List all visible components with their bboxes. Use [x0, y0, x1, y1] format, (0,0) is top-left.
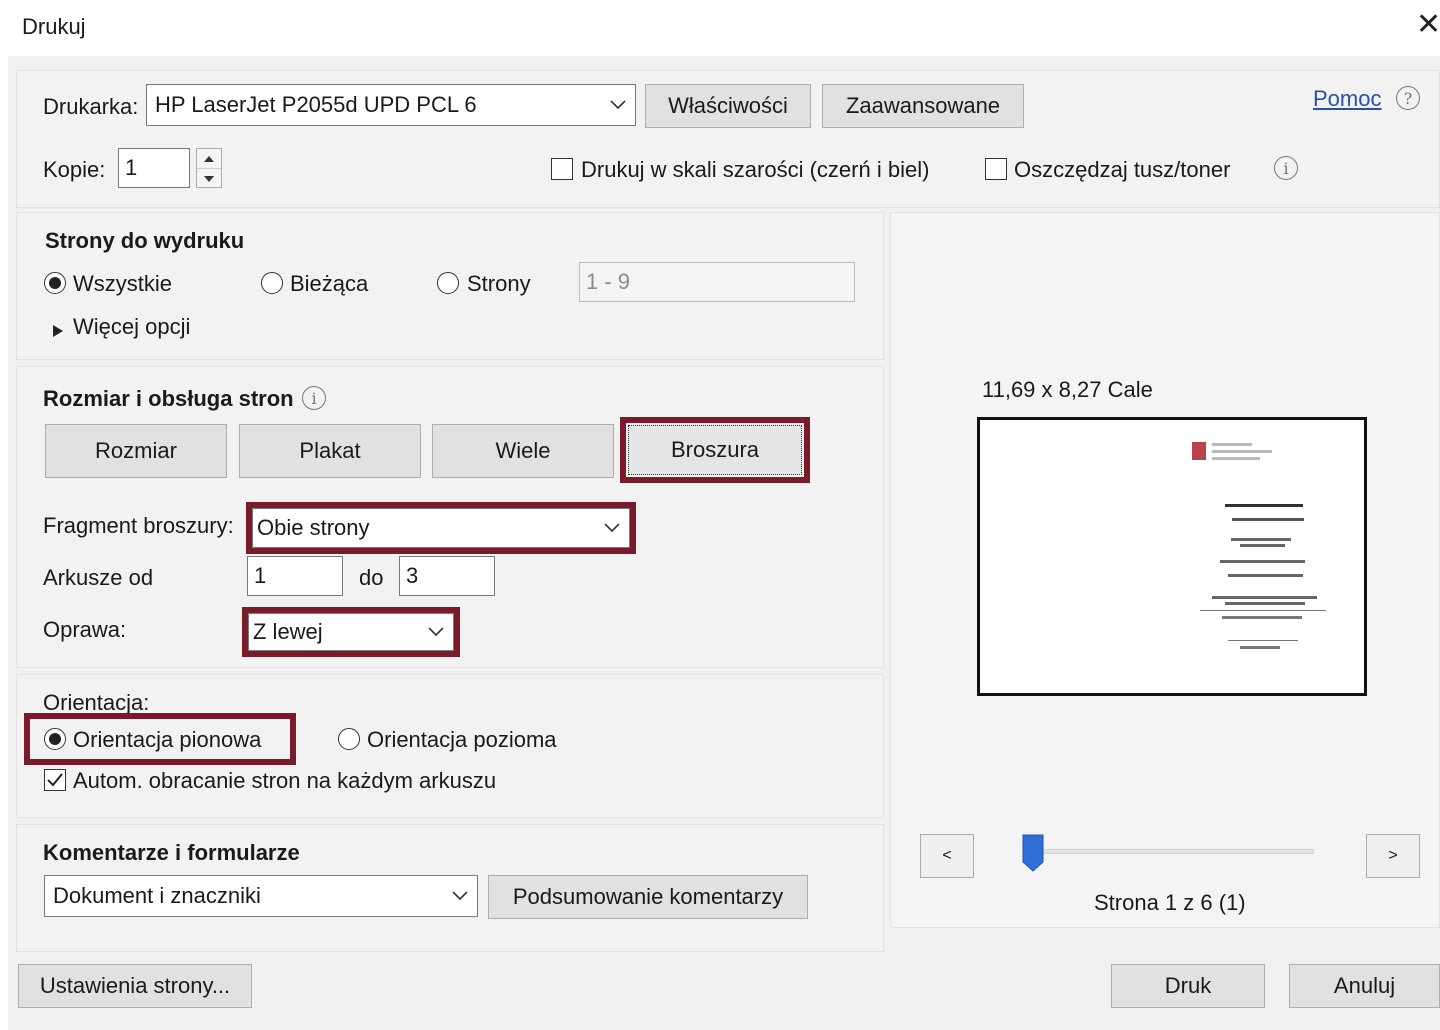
landscape-radio[interactable] [338, 728, 360, 750]
info-icon[interactable]: i [1274, 156, 1298, 180]
pages-range-radio[interactable] [437, 272, 459, 294]
expand-arrow-icon[interactable] [52, 318, 64, 344]
page-setup-button[interactable]: Ustawienia strony... [18, 964, 252, 1008]
copies-input[interactable]: 1 [118, 148, 190, 188]
more-options-link[interactable]: Więcej opcji [73, 314, 190, 340]
printer-label: Drukarka: [43, 94, 139, 119]
pages-range-label: Strony [467, 271, 531, 296]
pages-all-radio[interactable] [44, 272, 66, 294]
booklet-subset-value: Obie strony [257, 515, 370, 540]
properties-button[interactable]: Właściwości [645, 84, 811, 128]
cancel-button[interactable]: Anuluj [1289, 964, 1440, 1008]
save-ink-label: Oszczędzaj tusz/toner [1014, 157, 1231, 182]
advanced-button[interactable]: Zaawansowane [822, 84, 1024, 128]
chevron-down-icon [443, 876, 477, 916]
pages-all-label: Wszystkie [73, 271, 172, 296]
pages-range-input[interactable]: 1 - 9 [579, 262, 855, 302]
chevron-down-icon [419, 614, 453, 650]
chevron-down-icon [601, 85, 635, 125]
sheets-to-label: do [359, 565, 384, 590]
stepper-down-icon[interactable] [197, 169, 221, 188]
portrait-radio[interactable] [44, 728, 66, 750]
auto-rotate-checkbox[interactable] [44, 769, 66, 791]
stepper-up-icon[interactable] [197, 149, 221, 169]
printer-value: HP LaserJet P2055d UPD PCL 6 [155, 92, 477, 117]
grayscale-label: Drukuj w skali szarości (czerń i biel) [581, 157, 930, 182]
booklet-subset-select[interactable]: Obie strony [252, 508, 630, 548]
sizing-info-icon[interactable]: i [302, 386, 326, 410]
comments-select[interactable]: Dokument i znaczniki [44, 875, 478, 917]
title-bar [0, 0, 1440, 56]
close-icon[interactable]: ✕ [1416, 10, 1440, 40]
page-slider-thumb[interactable] [1022, 834, 1044, 872]
printer-select[interactable]: HP LaserJet P2055d UPD PCL 6 [146, 84, 636, 126]
sheets-from-label: Arkusze od [43, 565, 154, 590]
comments-heading: Komentarze i formularze [43, 840, 300, 865]
copies-label: Kopie: [43, 157, 106, 182]
next-page-button[interactable]: > [1366, 834, 1420, 878]
landscape-label: Orientacja pozioma [367, 727, 557, 752]
save-ink-checkbox[interactable] [985, 158, 1007, 180]
document-logo-icon [1192, 442, 1272, 460]
help-link[interactable]: Pomoc [1313, 86, 1381, 112]
page-slider-track[interactable] [1030, 849, 1314, 854]
portrait-label: Orientacja pionowa [73, 727, 262, 752]
prev-page-button[interactable]: < [920, 834, 974, 878]
tab-size[interactable]: Rozmiar [45, 424, 227, 478]
tab-booklet[interactable]: Broszura [628, 425, 802, 475]
copies-stepper[interactable] [196, 148, 222, 188]
tab-multiple[interactable]: Wiele [432, 424, 614, 478]
sheets-from-input[interactable]: 1 [247, 556, 343, 596]
page-preview [977, 417, 1367, 696]
summarize-comments-button[interactable]: Podsumowanie komentarzy [488, 875, 808, 919]
checkmark-icon [47, 773, 63, 787]
window-title: Drukuj [22, 14, 86, 39]
pages-current-label: Bieżąca [290, 271, 369, 296]
sheets-to-input[interactable]: 3 [399, 556, 495, 596]
booklet-subset-label: Fragment broszury: [43, 513, 234, 538]
chevron-down-icon [595, 509, 629, 547]
binding-value: Z lewej [253, 619, 323, 644]
page-status: Strona 1 z 6 (1) [1094, 890, 1246, 915]
auto-rotate-label: Autom. obracanie stron na każdym arkuszu [73, 768, 497, 793]
sizing-heading: Rozmiar i obsługa stron [43, 386, 294, 411]
tab-poster[interactable]: Plakat [239, 424, 421, 478]
grayscale-checkbox[interactable] [551, 158, 573, 180]
binding-select[interactable]: Z lewej [248, 613, 454, 651]
pages-current-radio[interactable] [261, 272, 283, 294]
comments-value: Dokument i znaczniki [53, 883, 261, 908]
pages-heading: Strony do wydruku [45, 228, 245, 253]
paper-size-text: 11,69 x 8,27 Cale [982, 377, 1153, 402]
help-icon[interactable]: ? [1396, 86, 1420, 110]
binding-label: Oprawa: [43, 617, 127, 642]
print-button[interactable]: Druk [1111, 964, 1265, 1008]
